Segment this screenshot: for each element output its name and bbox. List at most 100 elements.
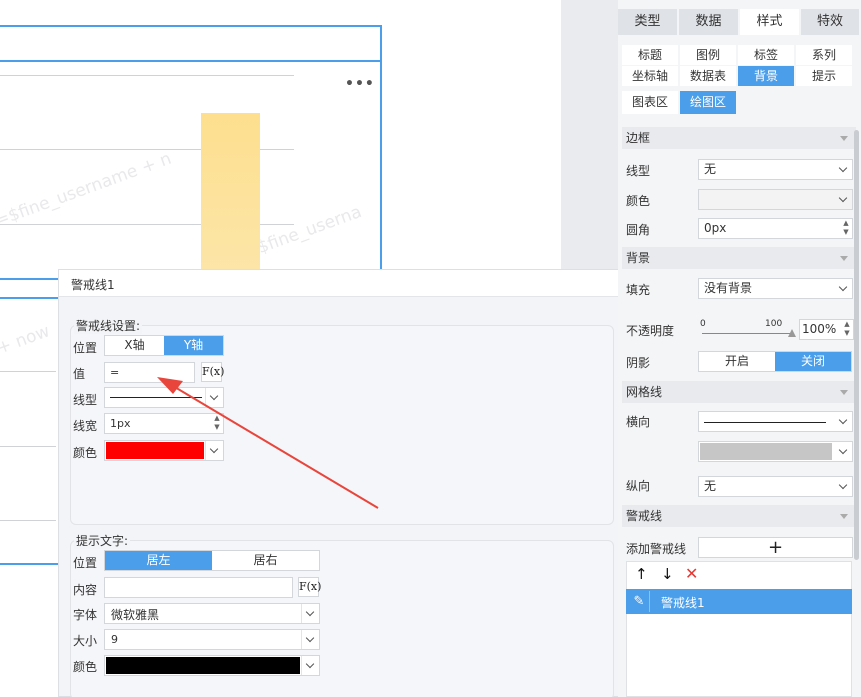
alert-line-name: 警戒线1 (661, 596, 705, 610)
edit-pencil-icon[interactable]: ✎ (629, 591, 650, 612)
color-swatch-red (106, 442, 204, 459)
font-select[interactable]: 微软雅黑 (104, 603, 320, 624)
subtab-series[interactable]: 系列 (796, 45, 852, 65)
style-panel: 类型 数据 样式 特效 标题 图例 标签 系列 坐标轴 数据表 背景 提示 图表… (618, 0, 861, 697)
shadow-label: 阴影 (626, 356, 651, 370)
vertical-grid-select[interactable]: 无 (698, 476, 853, 497)
tab-data[interactable]: 数据 (679, 9, 738, 35)
add-alert-line-button[interactable]: + (698, 537, 853, 558)
content-input[interactable] (104, 577, 293, 598)
alert-line-list (626, 561, 852, 697)
fill-select[interactable]: 没有背景 (698, 278, 853, 299)
second-widget-frame[interactable] (0, 297, 60, 565)
move-up-icon[interactable]: ↑ (635, 565, 648, 583)
subtab-background[interactable]: 背景 (738, 66, 794, 86)
opacity-slider-track[interactable] (702, 333, 792, 334)
shadow-on-option[interactable]: 开启 (699, 352, 775, 371)
tip-color-select[interactable] (104, 655, 320, 676)
x-axis-option[interactable]: X轴 (105, 336, 164, 355)
radius-label: 圆角 (626, 223, 651, 237)
font-label: 字体 (73, 608, 98, 622)
vertical-label: 纵向 (626, 479, 651, 493)
align-left-option[interactable]: 居左 (105, 551, 212, 570)
border-line-type-select[interactable]: 无 (698, 159, 853, 180)
formula-button[interactable]: F(x) (298, 577, 321, 597)
formula-button[interactable]: F(x) (201, 362, 224, 382)
select-value: 无 (704, 479, 717, 493)
subtab-data-table[interactable]: 数据表 (680, 66, 736, 86)
dropdown-caret (301, 656, 319, 675)
chart-title-frame[interactable] (0, 25, 382, 62)
subtab-legend[interactable]: 图例 (680, 45, 736, 65)
subtab-label[interactable]: 标签 (738, 45, 794, 65)
size-select[interactable]: 9 (104, 629, 320, 650)
chevron-down-icon (838, 163, 848, 173)
border-color-select[interactable] (698, 189, 853, 210)
group-title: 提示文字: (74, 532, 131, 549)
chart-plot-frame[interactable] (0, 60, 382, 280)
section-border[interactable]: 边框 (622, 127, 856, 149)
group-title: 警戒线设置: (74, 317, 143, 334)
section-gridlines[interactable]: 网格线 (622, 381, 856, 403)
y-axis-option[interactable]: Y轴 (164, 336, 223, 355)
stepper-arrows[interactable]: ▲ ▼ (840, 219, 852, 238)
color-swatch-grey (700, 443, 832, 460)
chevron-down-icon (305, 607, 315, 617)
select-value: 没有背景 (704, 281, 753, 295)
delete-icon[interactable]: ✕ (685, 564, 698, 583)
chart-bar[interactable] (201, 113, 260, 273)
radius-stepper[interactable]: 0px ▲ ▼ (698, 218, 853, 239)
stepper-arrows[interactable]: ▲ ▼ (841, 320, 853, 339)
alert-line-list-item[interactable]: ✎ 警戒线1 (626, 589, 852, 614)
axis-selector: X轴 Y轴 (104, 335, 224, 356)
dropdown-caret (834, 442, 852, 461)
dropdown-caret (301, 604, 319, 623)
section-background[interactable]: 背景 (622, 247, 856, 269)
chevron-down-icon (838, 415, 848, 425)
chevron-down-icon (305, 659, 315, 669)
shadow-off-option[interactable]: 关闭 (775, 352, 851, 371)
more-options-icon[interactable]: ••• (345, 76, 375, 92)
subtab-title[interactable]: 标题 (622, 45, 678, 65)
align-right-option[interactable]: 居右 (212, 551, 319, 570)
opacity-slider-handle[interactable] (788, 329, 796, 337)
slider-max-label: 100 (765, 319, 783, 329)
line-color-select[interactable] (104, 440, 224, 461)
value-input[interactable]: = (104, 362, 195, 383)
color-label: 颜色 (73, 446, 98, 460)
horizontal-grid-color-select[interactable] (698, 441, 853, 462)
chevron-down-icon (838, 193, 848, 203)
chevron-down-icon (838, 445, 848, 455)
subtab-tooltip[interactable]: 提示 (796, 66, 852, 86)
tab-style[interactable]: 样式 (740, 9, 799, 35)
tab-type[interactable]: 类型 (618, 9, 677, 35)
move-down-icon[interactable]: ↓ (661, 565, 674, 583)
dropdown-caret (205, 388, 223, 407)
size-label: 大小 (73, 634, 98, 648)
line-type-select[interactable] (104, 387, 224, 408)
collapse-icon (840, 256, 848, 261)
dropdown-caret (301, 630, 319, 649)
solid-line-swatch (704, 422, 826, 423)
section-title: 网格线 (626, 385, 663, 399)
section-alert-line[interactable]: 警戒线 (622, 505, 856, 527)
line-width-stepper[interactable]: 1px ▲ ▼ (104, 413, 224, 434)
chevron-down-icon (209, 444, 219, 454)
chevron-down-icon (838, 282, 848, 292)
line-width-label: 线宽 (73, 419, 98, 433)
panel-scrollbar[interactable] (854, 130, 859, 560)
position-label: 位置 (73, 341, 98, 355)
area-tab-chart[interactable]: 图表区 (622, 91, 678, 114)
stepper-arrows[interactable]: ▲ ▼ (211, 414, 223, 433)
tab-effects[interactable]: 特效 (801, 9, 859, 35)
tip-position-selector: 居左 居右 (104, 550, 320, 571)
area-tab-plot[interactable]: 绘图区 (680, 91, 736, 114)
horizontal-grid-select[interactable] (698, 411, 853, 432)
line-type-label: 线型 (73, 393, 98, 407)
dialog-title: 警戒线1 (71, 278, 115, 292)
opacity-stepper[interactable]: 100% ▲ ▼ (799, 319, 854, 340)
subtab-axis[interactable]: 坐标轴 (622, 66, 678, 86)
opacity-value: 100% (802, 322, 837, 336)
chevron-down-icon (305, 633, 315, 643)
line-width-value: 1px (110, 417, 131, 430)
